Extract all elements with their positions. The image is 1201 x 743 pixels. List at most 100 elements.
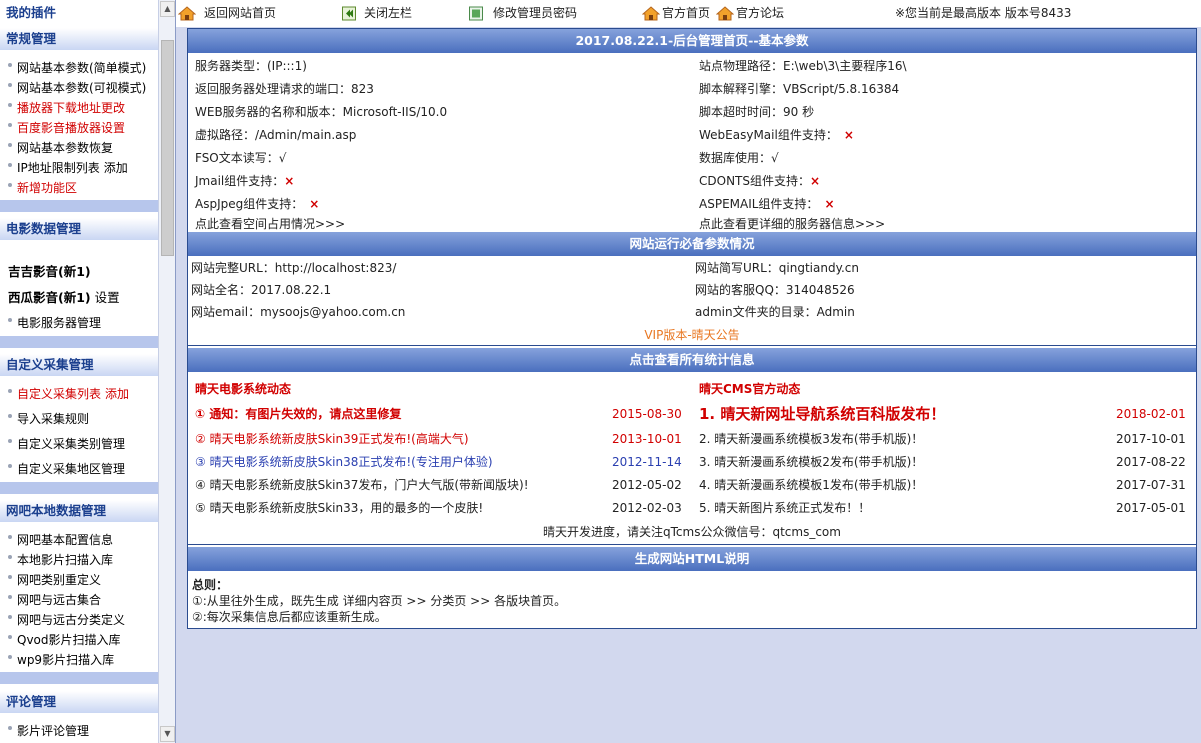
movie-news-item[interactable]: ③ 晴天电影系统新皮肤Skin38正式发布!(专注用户体验) [195,454,493,470]
collapse-left-icon [342,6,356,21]
bullet-icon [8,182,12,187]
sidebar-item[interactable]: 新增功能区 [0,178,158,198]
sidebar-divider [0,672,158,684]
sidebar-section-comments[interactable]: 评论管理 [0,691,158,713]
scroll-up-arrow-icon[interactable]: ▲ [160,1,175,17]
movie-news-item[interactable]: ② 晴天电影系统新皮肤Skin39正式发布!(高端大气) [195,431,469,447]
bullet-icon [8,413,12,418]
official-home-label: 官方首页 [662,6,711,20]
bullet-icon [8,614,12,619]
bullet-icon [8,62,12,67]
sidebar-item[interactable]: 播放器下载地址更改 [0,98,158,118]
sidebar-item[interactable]: wp9影片扫描入库 [0,650,158,670]
home-icon [642,6,660,21]
movie-news-item[interactable]: ④ 晴天电影系统新皮肤Skin37发布，门户大气版(带新闻版块)! [195,477,529,493]
cdonts-label: CDONTS组件支持： [699,174,810,188]
sidebar-item[interactable]: 电影服务器管理 [0,313,158,333]
close-left-button[interactable]: 关闭左栏 [342,5,412,22]
sidebar-item-label: 电影服务器管理 [17,316,102,330]
unsupported-mark: × [284,174,295,188]
sidebar-item[interactable]: 西瓜影音(新1) 设置 [0,288,158,308]
sidebar-item[interactable]: 网站基本参数(简单模式) [0,58,158,78]
sidebar-item[interactable]: Qvod影片扫描入库 [0,630,158,650]
sidebar-item-label: wp9影片扫描入库 [17,653,115,667]
scroll-down-arrow-icon[interactable]: ▼ [160,726,175,742]
movie-news-item[interactable]: ① 通知：有图片失效的，请点这里修复 [195,406,401,422]
sidebar-item[interactable]: 本地影片扫描入库 [0,550,158,570]
sidebar-item[interactable]: 导入采集规则 [0,409,158,429]
cms-news-item[interactable]: 2. 晴天新漫画系统模板3发布(带手机版)！ [699,431,923,447]
sidebar-item[interactable]: 百度影音播放器设置 [0,118,158,138]
bullet-icon [8,654,12,659]
bullet-icon [8,534,12,539]
sidebar-item[interactable]: 网吧基本配置信息 [0,530,158,550]
news-date: 2017-05-01 [1116,501,1186,515]
news-date: 2018-02-01 [1116,407,1186,421]
sidebar-item[interactable]: 影片评论管理 [0,721,158,741]
aspjpeg-label: AspJpeg组件支持： [195,197,304,211]
sidebar-item-label: 西瓜影音(新1) [8,290,91,305]
server-detail-link[interactable]: 点此查看更详细的服务器信息>>> [699,216,885,232]
cms-news-item[interactable]: 5. 晴天新图片系统正式发布！！ [699,500,870,516]
bullet-icon [8,634,12,639]
script-timeout: 脚本超时时间：90 秒 [699,105,815,119]
official-home-link[interactable]: 官方首页 [642,5,710,22]
official-forum-link[interactable]: 官方论坛 [716,5,784,22]
sidebar-item[interactable]: 自定义采集类别管理 [0,434,158,454]
sidebar-item[interactable]: 网吧类别重定义 [0,570,158,590]
news-date: 2012-11-14 [612,455,682,469]
aspemail-support: ASPEMAIL组件支持： × [699,196,835,212]
sidebar-item-label: 网吧与远古分类定义 [17,613,126,627]
sidebar-my-plugins[interactable]: 我的插件 [0,3,158,23]
version-info: ※您当前是最高版本 版本号8433 [895,6,1072,20]
sidebar-item[interactable]: 吉吉影音(新1) [0,262,158,282]
cms-news-item[interactable]: 3. 晴天新漫画系统模板2发布(带手机版)！ [699,454,923,470]
change-password-link[interactable]: 修改管理员密码 [469,5,577,22]
sidebar-item[interactable]: 自定义采集列表 添加 [0,384,158,404]
bullet-icon [8,162,12,167]
movie-news-title: 晴天电影系统动态 [195,382,292,396]
sidebar-item-label: 网吧类别重定义 [17,573,102,587]
sidebar-item[interactable]: 网站基本参数(可视模式) [0,78,158,98]
sidebar-item-label: 自定义采集类别管理 [17,437,126,451]
sidebar-section-regular[interactable]: 常规管理 [0,28,158,50]
sidebar-section-movie[interactable]: 电影数据管理 [0,218,158,240]
jmail-support: Jmail组件支持：× [195,173,294,189]
aspemail-label: ASPEMAIL组件支持： [699,197,819,211]
site-section-title: 网站运行必备参数情况 [188,232,1196,256]
stats-section-title[interactable]: 点击查看所有统计信息 [188,348,1196,372]
sidebar-item[interactable]: 自定义采集地区管理 [0,459,158,479]
bullet-icon [8,317,12,322]
sidebar-item-label: 百度影音播放器设置 [17,121,126,135]
cms-news-item[interactable]: 1. 晴天新网址导航系统百科版发布！ [699,404,945,424]
sidebar-item-label: 网吧与远古集合 [17,593,102,607]
sidebar-item-label: 播放器下载地址更改 [17,101,126,115]
sidebar-divider [0,336,158,348]
section-divider [188,544,1196,545]
html-gen-rule-2: ②:每次采集信息后都应该重新生成。 [192,610,387,624]
sidebar-item[interactable]: 网站基本参数恢复 [0,138,158,158]
settings-link[interactable]: 设置 [95,290,120,305]
sidebar-section-collect[interactable]: 自定义采集管理 [0,354,158,376]
add-link[interactable]: 添加 [104,161,128,175]
sidebar-item[interactable]: IP地址限制列表 添加 [0,158,158,178]
add-link[interactable]: 添加 [105,387,129,401]
sidebar-item[interactable]: 网吧与远古分类定义 [0,610,158,630]
home-link-label: 返回网站首页 [204,6,277,20]
server-type: 服务器类型：(IP:::1) [195,59,307,73]
home-link[interactable]: 返回网站首页 [178,5,276,22]
sidebar-scrollbar[interactable]: ▲ ▼ [158,0,175,743]
sidebar-item[interactable]: 网吧与远古集合 [0,590,158,610]
vip-notice-link[interactable]: VIP版本-晴天公告 [188,327,1196,343]
space-usage-link[interactable]: 点此查看空间占用情况>>> [195,216,345,232]
movie-news-item[interactable]: ⑤ 晴天电影系统新皮肤Skin33，用的最多的一个皮肤! [195,500,483,516]
cms-news-item[interactable]: 4. 晴天新漫画系统模板1发布(带手机版)！ [699,477,923,493]
fso-support: FSO文本读写：√ [195,151,287,165]
unsupported-mark: × [309,197,320,211]
bullet-icon [8,725,12,730]
scrollbar-thumb[interactable] [161,40,174,256]
sidebar-divider [0,200,158,212]
html-gen-general: 总则： [192,578,229,592]
site-short-url: 网站简写URL：qingtiandy.cn [695,261,860,275]
sidebar-section-netbar[interactable]: 网吧本地数据管理 [0,500,158,522]
